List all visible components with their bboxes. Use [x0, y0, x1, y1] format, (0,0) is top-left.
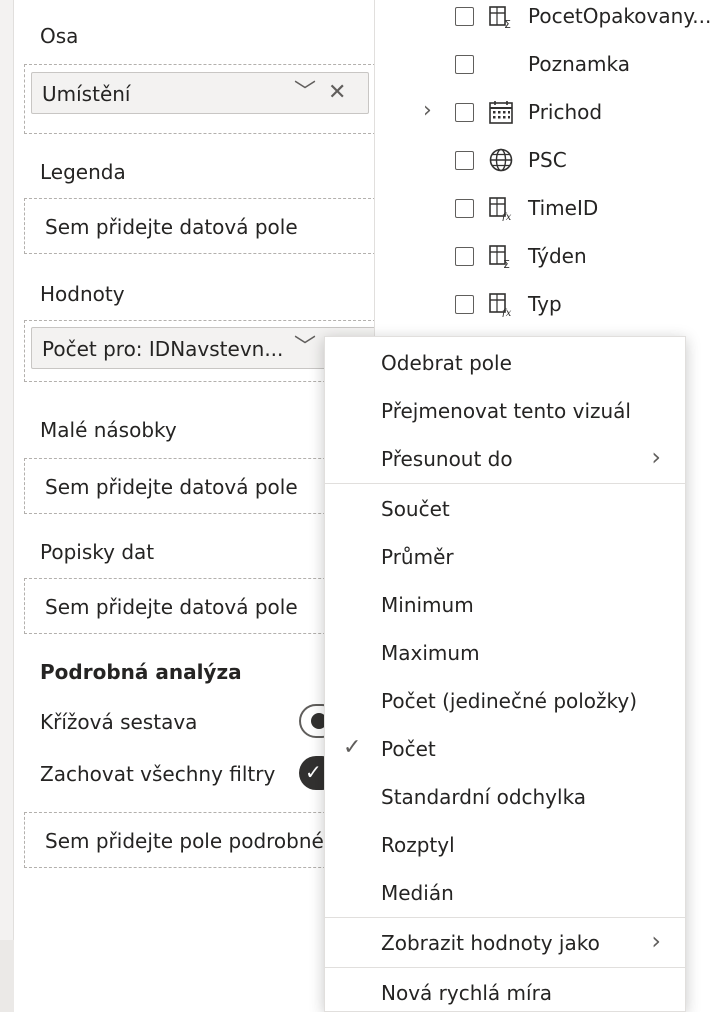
field-name: PSC [528, 148, 567, 172]
calc-column-icon: fx [489, 293, 512, 317]
menu-item-label: Přesunout do [381, 447, 513, 471]
chevron-right-icon[interactable]: › [423, 98, 432, 123]
pane-edge-notch [0, 940, 14, 1012]
menu-separator [325, 917, 685, 918]
menu-item-label: Minimum [381, 593, 474, 617]
axis-label: Osa [40, 24, 79, 48]
field-name: Typ [528, 292, 562, 316]
menu-item-std-dev[interactable]: Standardní odchylka [325, 773, 685, 821]
field-name: Prichod [528, 100, 603, 124]
menu-item-label: Počet (jedinečné položky) [381, 689, 638, 713]
menu-item-sum[interactable]: Součet [325, 485, 685, 533]
field-name: Týden [528, 244, 587, 268]
calc-column-icon: fx [489, 197, 512, 221]
pane-edge-strip [0, 0, 14, 1012]
calc-table-icon: Σ [489, 6, 511, 29]
legend-placeholder: Sem přidejte datová pole [45, 215, 298, 239]
menu-item-variance[interactable]: Rozptyl [325, 821, 685, 869]
field-checkbox[interactable] [455, 247, 474, 266]
field-checkbox[interactable] [455, 151, 474, 170]
cross-report-label: Křížová sestava [40, 710, 198, 734]
menu-item-minimum[interactable]: Minimum [325, 581, 685, 629]
svg-text:fx: fx [501, 308, 512, 317]
field-row[interactable]: PSC [375, 140, 720, 180]
field-row[interactable]: Poznamka [375, 44, 720, 84]
menu-item-label: Přejmenovat tento vizuál [381, 399, 631, 423]
field-name: TimeID [528, 196, 599, 220]
chevron-down-icon[interactable]: ﹀ [294, 80, 316, 106]
values-label: Hodnoty [40, 282, 125, 306]
svg-text:Σ: Σ [503, 258, 510, 269]
field-context-menu: Odebrat pole Přejmenovat tento vizuál Př… [324, 336, 686, 1012]
globe-icon [489, 148, 513, 172]
menu-item-rename[interactable]: Přejmenovat tento vizuál [325, 387, 685, 435]
chevron-right-icon: › [651, 927, 661, 955]
field-checkbox[interactable] [455, 103, 474, 122]
menu-separator [325, 967, 685, 968]
data-labels-label: Popisky dat [40, 540, 155, 564]
chevron-down-icon[interactable]: ﹀ [294, 335, 316, 361]
axis-field-pill[interactable]: Umístění ﹀ ✕ [31, 72, 369, 114]
drillthrough-title: Podrobná analýza [40, 660, 242, 684]
field-checkbox[interactable] [455, 199, 474, 218]
menu-item-show-value-as[interactable]: Zobrazit hodnoty jako › [325, 919, 685, 967]
field-row[interactable]: fx Typ [375, 284, 720, 324]
values-field-name: Počet pro: IDNavstevn... [42, 337, 284, 361]
menu-item-average[interactable]: Průměr [325, 533, 685, 581]
menu-item-move-to[interactable]: Přesunout do › [325, 435, 685, 483]
menu-item-label: Průměr [381, 545, 454, 569]
legend-well[interactable]: Sem přidejte datová pole [24, 198, 376, 254]
svg-text:Σ: Σ [504, 18, 511, 29]
field-name: PocetOpakovany... [528, 4, 712, 28]
menu-item-label: Zobrazit hodnoty jako [381, 931, 600, 955]
menu-item-count-distinct[interactable]: Počet (jedinečné položky) [325, 677, 685, 725]
close-icon[interactable]: ✕ [328, 80, 346, 106]
calendar-icon [489, 101, 513, 124]
menu-item-median[interactable]: Medián [325, 869, 685, 917]
menu-item-maximum[interactable]: Maximum [325, 629, 685, 677]
field-checkbox[interactable] [455, 7, 474, 26]
field-wells-pane: Osa Umístění ﹀ ✕ Legenda Sem přidejte da… [14, 0, 376, 1012]
menu-item-label: Odebrat pole [381, 351, 512, 375]
field-row[interactable]: › Prichod [375, 92, 720, 132]
menu-item-label: Součet [381, 497, 450, 521]
field-row[interactable]: Σ Týden [375, 236, 720, 276]
menu-item-label: Medián [381, 881, 454, 905]
menu-item-new-quick-measure[interactable]: Nová rychlá míra [325, 969, 685, 1012]
axis-field-name: Umístění [42, 82, 131, 106]
svg-text:fx: fx [501, 212, 512, 221]
legend-label: Legenda [40, 160, 126, 184]
axis-well[interactable]: Umístění ﹀ ✕ [24, 64, 376, 134]
keep-filters-label: Zachovat všechny filtry [40, 762, 276, 786]
field-row[interactable]: Σ PocetOpakovany... [375, 0, 720, 36]
field-checkbox[interactable] [455, 55, 474, 74]
menu-item-label: Počet [381, 737, 436, 761]
field-checkbox[interactable] [455, 295, 474, 314]
menu-item-remove-field[interactable]: Odebrat pole [325, 339, 685, 387]
menu-item-label: Nová rychlá míra [381, 981, 553, 1005]
menu-item-label: Standardní odchylka [381, 785, 587, 809]
menu-item-label: Maximum [381, 641, 480, 665]
menu-item-label: Rozptyl [381, 833, 455, 857]
field-row[interactable]: fx TimeID [375, 188, 720, 228]
sum-column-icon: Σ [489, 245, 510, 269]
menu-item-count[interactable]: ✓ Počet [325, 725, 685, 773]
menu-separator [325, 483, 685, 484]
chevron-right-icon: › [651, 443, 661, 471]
small-multiples-placeholder: Sem přidejte datová pole [45, 475, 298, 499]
checkmark-icon: ✓ [343, 735, 362, 760]
field-name: Poznamka [528, 52, 630, 76]
small-multiples-label: Malé násobky [40, 418, 177, 442]
data-labels-placeholder: Sem přidejte datová pole [45, 595, 298, 619]
drillthrough-placeholder: Sem přidejte pole podrobné [45, 829, 324, 853]
checkmark-icon: ✓ [305, 760, 322, 784]
